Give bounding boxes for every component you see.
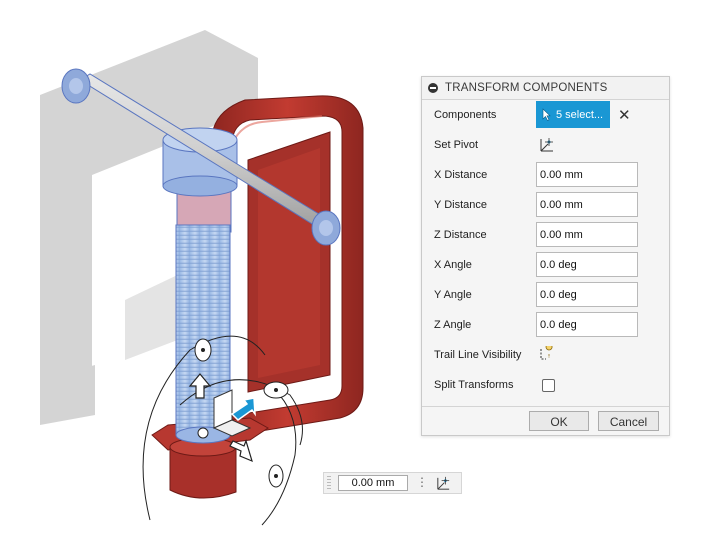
trail-line-row: Trail Line Visibility xyxy=(422,340,669,370)
y-angle-label: Y Angle xyxy=(434,289,472,301)
split-transforms-label: Split Transforms xyxy=(434,379,514,391)
split-transforms-row: Split Transforms xyxy=(422,370,669,400)
y-distance-input[interactable]: 0.00 mm xyxy=(536,192,638,217)
components-row: Components 5 select... ✕ xyxy=(422,100,669,130)
pivot-origin[interactable] xyxy=(197,427,209,439)
trail-line-label: Trail Line Visibility xyxy=(434,349,522,361)
set-pivot-label: Set Pivot xyxy=(434,139,479,151)
drag-grip-icon[interactable] xyxy=(327,476,331,490)
z-distance-input[interactable]: 0.00 mm xyxy=(536,222,638,247)
rotation-handle-right[interactable] xyxy=(263,381,289,399)
z-angle-input[interactable]: 0.0 deg xyxy=(536,312,638,337)
rotation-handle-top[interactable] xyxy=(194,338,212,362)
transform-components-panel: TRANSFORM COMPONENTS Components 5 select… xyxy=(421,76,670,436)
y-distance-label: Y Distance xyxy=(434,199,487,211)
z-angle-row: Z Angle 0.0 deg xyxy=(422,310,669,340)
pivot-axes-icon[interactable] xyxy=(538,136,556,154)
components-label: Components xyxy=(434,109,497,121)
z-distance-row: Z Distance 0.00 mm xyxy=(422,220,669,250)
panel-header: TRANSFORM COMPONENTS xyxy=(422,77,669,100)
panel-footer: OK Cancel xyxy=(422,406,669,437)
y-angle-row: Y Angle 0.0 deg xyxy=(422,280,669,310)
minus-circle-icon[interactable] xyxy=(428,83,438,93)
components-select-label: 5 select... xyxy=(556,109,604,121)
ok-button[interactable]: OK xyxy=(529,411,589,431)
panel-title: TRANSFORM COMPONENTS xyxy=(445,82,608,94)
vertical-dots-icon[interactable]: ⋮ xyxy=(416,475,428,489)
pivot-axes-icon[interactable] xyxy=(435,475,452,492)
split-transforms-checkbox[interactable] xyxy=(542,379,555,392)
cursor-arrow-icon xyxy=(542,108,551,121)
floating-value-toolbar: 0.00 mm ⋮ xyxy=(323,472,462,494)
rotation-handle-bottom[interactable] xyxy=(268,464,284,488)
x-distance-label: X Distance xyxy=(434,169,488,181)
x-angle-label: X Angle xyxy=(434,259,472,271)
z-angle-label: Z Angle xyxy=(434,319,472,331)
close-icon[interactable]: ✕ xyxy=(618,106,631,124)
cancel-button[interactable]: Cancel xyxy=(598,411,659,431)
floating-value-input[interactable]: 0.00 mm xyxy=(338,475,408,491)
components-select-button[interactable]: 5 select... xyxy=(536,101,610,128)
set-pivot-row: Set Pivot xyxy=(422,130,669,160)
y-angle-input[interactable]: 0.0 deg xyxy=(536,282,638,307)
x-angle-input[interactable]: 0.0 deg xyxy=(536,252,638,277)
trail-line-icon[interactable] xyxy=(538,346,556,364)
y-distance-row: Y Distance 0.00 mm xyxy=(422,190,669,220)
z-distance-label: Z Distance xyxy=(434,229,487,241)
x-distance-row: X Distance 0.00 mm xyxy=(422,160,669,190)
x-distance-input[interactable]: 0.00 mm xyxy=(536,162,638,187)
x-angle-row: X Angle 0.0 deg xyxy=(422,250,669,280)
